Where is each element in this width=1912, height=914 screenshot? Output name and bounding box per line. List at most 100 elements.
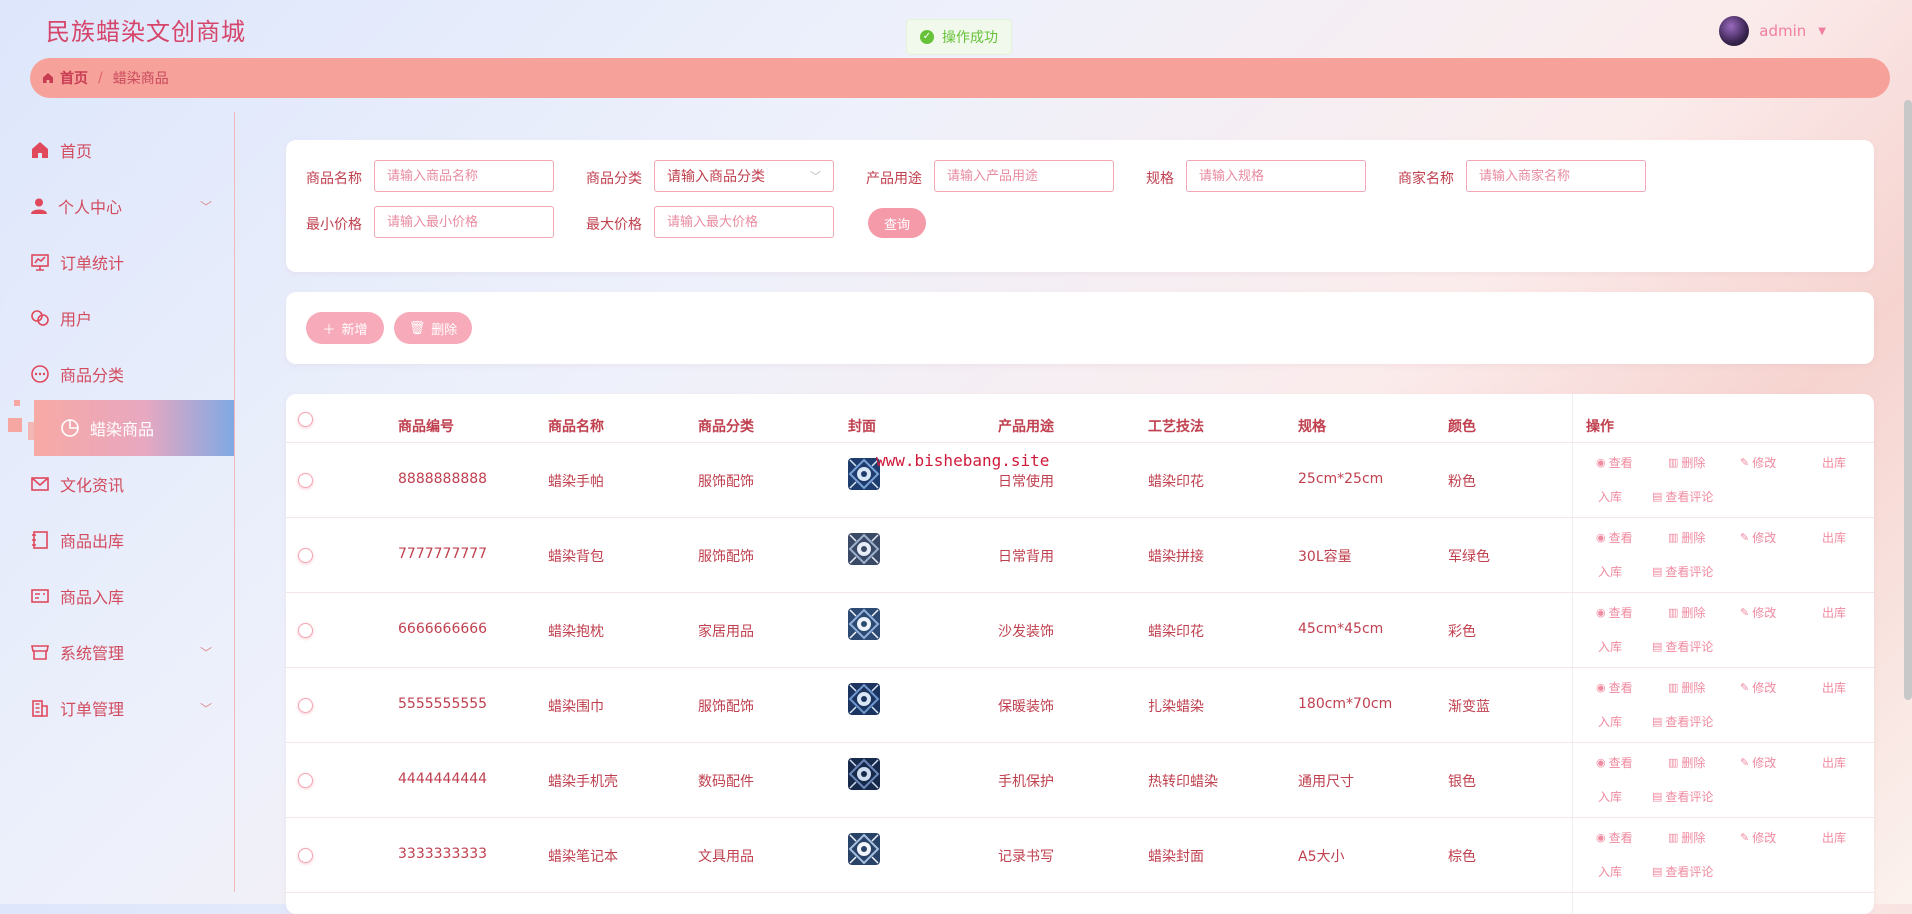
- stock-in-button[interactable]: 入库: [1598, 863, 1622, 880]
- sidebar-item-home[interactable]: 首页: [0, 122, 234, 178]
- chevron-down-icon: ﹀: [199, 199, 212, 214]
- view-comments-button[interactable]: ▤ 查看评论: [1652, 563, 1713, 580]
- sidebar-item-products[interactable]: 蜡染商品: [34, 400, 234, 456]
- toast-message: 操作成功: [942, 30, 998, 46]
- view-comments-button[interactable]: ▤ 查看评论: [1652, 713, 1713, 730]
- avatar[interactable]: [1719, 16, 1750, 46]
- scrollbar[interactable]: [1904, 100, 1912, 700]
- delete-row-button[interactable]: ▥ 删除: [1668, 529, 1705, 546]
- edit-button[interactable]: ✎ 修改: [1740, 529, 1776, 546]
- user-menu[interactable]: admin ▼: [1719, 16, 1826, 46]
- sidebar-item-system[interactable]: 系统管理 ﹀: [0, 624, 234, 680]
- row-select-radio[interactable]: [298, 847, 313, 863]
- row-select-radio[interactable]: [298, 697, 313, 713]
- edit-button[interactable]: ✎ 修改: [1740, 754, 1776, 771]
- max-price-input[interactable]: [654, 206, 834, 238]
- view-button[interactable]: ◉ 查看: [1596, 454, 1633, 471]
- add-button[interactable]: ＋ 新增: [306, 312, 384, 344]
- delete-row-button[interactable]: ▥ 删除: [1668, 454, 1705, 471]
- cover-thumbnail[interactable]: [848, 757, 880, 790]
- query-button[interactable]: 查询: [868, 208, 926, 238]
- stock-in-button[interactable]: 入库: [1598, 488, 1622, 505]
- row-select-radio[interactable]: [298, 772, 313, 788]
- delete-row-button[interactable]: ▥ 删除: [1668, 679, 1705, 696]
- view-comments-button[interactable]: ▤ 查看评论: [1652, 638, 1713, 655]
- cover-thumbnail[interactable]: [848, 607, 880, 640]
- product-usage: 保暖装饰: [998, 698, 1054, 715]
- delete-row-button[interactable]: ▥ 删除: [1668, 754, 1705, 771]
- view-comments-button[interactable]: ▤ 查看评论: [1652, 863, 1713, 880]
- edit-icon: ✎: [1740, 756, 1750, 769]
- product-id: 6666666666: [398, 620, 488, 637]
- column-header: 工艺技法: [1148, 419, 1204, 435]
- edit-button[interactable]: ✎ 修改: [1740, 454, 1776, 471]
- min-price-input[interactable]: [374, 206, 554, 238]
- stock-out-button[interactable]: 出库: [1822, 829, 1846, 846]
- stock-in-button[interactable]: 入库: [1598, 638, 1622, 655]
- sidebar-item-profile[interactable]: 个人中心 ﹀: [0, 178, 234, 234]
- row-select-radio[interactable]: [298, 472, 313, 488]
- product-color: 彩色: [1448, 623, 1476, 640]
- stock-out-button[interactable]: 出库: [1822, 604, 1846, 621]
- select-all-radio[interactable]: [298, 412, 313, 427]
- category-select[interactable]: 请输入商品分类 ﹀: [654, 160, 834, 192]
- caret-down-icon[interactable]: ▼: [1818, 26, 1826, 37]
- shop-icon: [31, 645, 49, 660]
- stock-in-button[interactable]: 入库: [1598, 563, 1622, 580]
- watermark: www.bishebang.site: [876, 451, 1050, 470]
- sidebar-item-orders[interactable]: 订单管理 ﹀: [0, 680, 234, 736]
- sidebar-item-order-stats[interactable]: 订单统计: [0, 234, 234, 290]
- eye-icon: ◉: [1596, 831, 1606, 844]
- sidebar-item-stock-out[interactable]: 商品出库: [0, 512, 234, 568]
- edit-button[interactable]: ✎ 修改: [1740, 604, 1776, 621]
- delete-row-button[interactable]: ▥ 删除: [1668, 829, 1705, 846]
- row-select-radio[interactable]: [298, 547, 313, 563]
- sidebar-item-users[interactable]: 用户: [0, 290, 234, 346]
- column-header: 规格: [1298, 419, 1326, 435]
- view-button[interactable]: ◉ 查看: [1596, 679, 1633, 696]
- product-name: 蜡染围巾: [548, 698, 604, 715]
- cover-thumbnail[interactable]: [848, 832, 880, 865]
- stock-in-button[interactable]: 入库: [1598, 713, 1622, 730]
- product-color: 粉色: [1448, 473, 1476, 490]
- view-comments-button[interactable]: ▤ 查看评论: [1652, 788, 1713, 805]
- product-craft: 热转印蜡染: [1148, 773, 1218, 790]
- row-select-radio[interactable]: [298, 622, 313, 638]
- product-color: 渐变蓝: [1448, 698, 1490, 715]
- sidebar-item-stock-in[interactable]: 商品入库: [0, 568, 234, 624]
- divider: [1572, 394, 1573, 914]
- product-name-input[interactable]: [374, 160, 554, 192]
- search-panel: 商品名称 商品分类 请输入商品分类 ﹀ 产品用途 规格 商家名称 最小价格 最大…: [286, 140, 1874, 272]
- sidebar-item-news[interactable]: 文化资讯: [0, 456, 234, 512]
- stock-out-button[interactable]: 出库: [1822, 454, 1846, 471]
- app-title: 民族蜡染文创商城: [46, 18, 246, 46]
- merchant-input[interactable]: [1466, 160, 1646, 192]
- view-button[interactable]: ◉ 查看: [1596, 754, 1633, 771]
- breadcrumb-separator: /: [98, 70, 103, 86]
- edit-button[interactable]: ✎ 修改: [1740, 679, 1776, 696]
- stock-out-button[interactable]: 出库: [1822, 679, 1846, 696]
- stock-out-button[interactable]: 出库: [1822, 754, 1846, 771]
- spec-input[interactable]: [1186, 160, 1366, 192]
- cover-thumbnail[interactable]: [848, 532, 880, 565]
- user-name[interactable]: admin: [1759, 22, 1806, 40]
- eye-icon: ◉: [1596, 531, 1606, 544]
- stock-in-button[interactable]: 入库: [1598, 788, 1622, 805]
- edit-button[interactable]: ✎ 修改: [1740, 829, 1776, 846]
- delete-row-button[interactable]: ▥ 删除: [1668, 604, 1705, 621]
- view-button[interactable]: ◉ 查看: [1596, 604, 1633, 621]
- office-building-icon: [32, 700, 48, 717]
- view-button[interactable]: ◉ 查看: [1596, 529, 1633, 546]
- usage-input[interactable]: [934, 160, 1114, 192]
- stock-out-button[interactable]: 出库: [1822, 529, 1846, 546]
- mail-icon: [31, 477, 49, 491]
- breadcrumb-home[interactable]: 首页: [42, 68, 88, 88]
- delete-button[interactable]: 🗑 删除: [394, 312, 472, 344]
- sidebar-item-categories[interactable]: 商品分类: [0, 346, 234, 402]
- cover-thumbnail[interactable]: [848, 682, 880, 715]
- divider: [286, 442, 1874, 443]
- product-category: 服饰配饰: [698, 548, 754, 565]
- eye-icon: ◉: [1596, 756, 1606, 769]
- view-comments-button[interactable]: ▤ 查看评论: [1652, 488, 1713, 505]
- view-button[interactable]: ◉ 查看: [1596, 829, 1633, 846]
